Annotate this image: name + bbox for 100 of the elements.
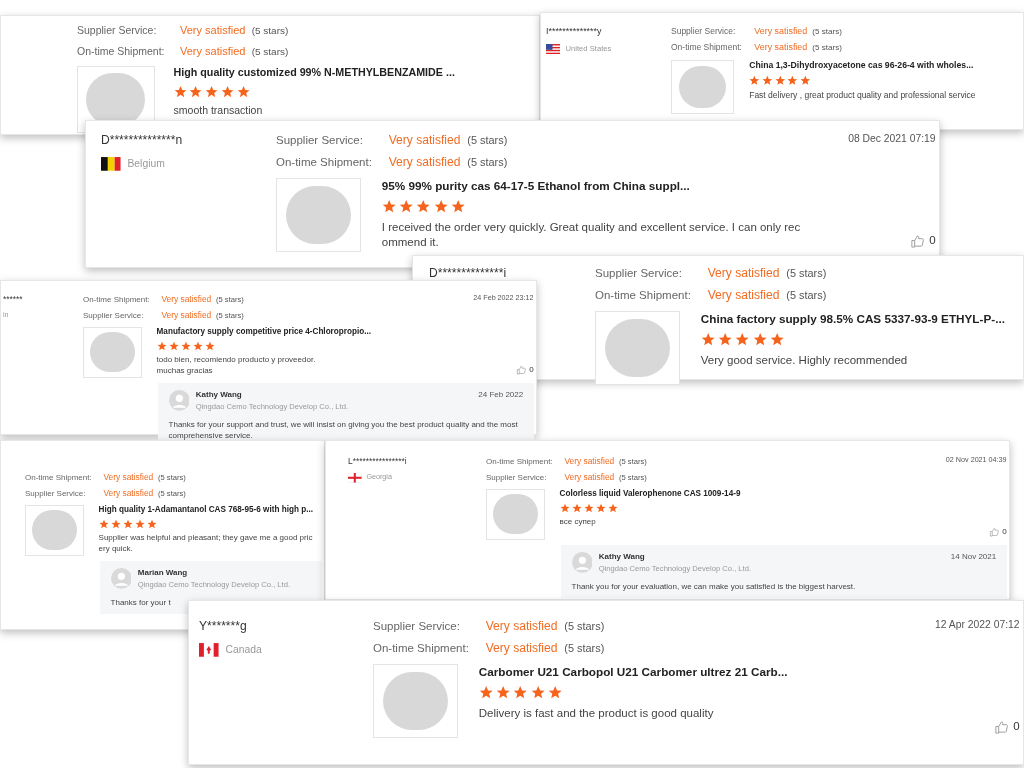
reviewer-name: ******	[3, 293, 24, 306]
review-text: todo bien, recomiendo producto y proveedor.	[156, 355, 317, 366]
review-date: 12 Apr 2022 07:12	[935, 618, 1020, 632]
star-icon	[571, 503, 582, 514]
star-icon	[450, 199, 466, 214]
star-icon	[530, 685, 545, 700]
like-count: 0	[529, 364, 534, 377]
review-text: все супер	[559, 517, 597, 528]
rating-note: (5 stars)	[467, 155, 508, 171]
rating-note: (5 stars)	[251, 24, 289, 38]
star-icon	[787, 75, 799, 86]
reviewer-name: Y*******g	[199, 618, 248, 635]
rating-value: Very satisfied	[388, 154, 461, 172]
rating-value: Very satisfied	[564, 470, 615, 484]
star-icon	[433, 199, 448, 214]
like-count: 0	[1002, 526, 1007, 539]
reviewer-name: I**************y	[546, 25, 603, 38]
rating-note: (5 stars)	[786, 288, 827, 304]
star-icon	[595, 503, 606, 514]
rating-value: Very satisfied	[485, 640, 558, 658]
star-icon	[749, 75, 760, 86]
product-title: 95% 99% purity cas 64-17-5 Ethanol from China suppl...	[381, 178, 691, 194]
reviewer-name: L****************i	[348, 455, 408, 468]
product-title: Manufactory supply competitive price 4-Chloropropio...	[156, 326, 371, 338]
reply-text: Thank you for your evaluation, we can make you satisfied is the biggest harvest.	[571, 580, 857, 592]
rating-note: (5 stars)	[786, 266, 827, 281]
rating-value: Very satisfied	[564, 455, 615, 468]
photo-placeholder	[83, 326, 143, 378]
rating-value: Very satisfied	[179, 23, 246, 38]
country-name: Belgium	[127, 157, 165, 171]
thumbs-up-icon	[909, 233, 925, 249]
star-icon	[110, 519, 121, 530]
star-icon	[607, 503, 618, 514]
star-icon	[478, 685, 494, 700]
star-icon	[134, 519, 145, 530]
country-name: Canada	[225, 643, 262, 657]
rating-value: Very satisfied	[161, 293, 212, 306]
rating-value: Very satisfied	[161, 308, 212, 322]
product-title: High quality customized 99% N-METHYLBENZAMIDE ...	[173, 65, 455, 80]
rating-label: On-time Shipment:	[486, 456, 554, 468]
star-icon	[399, 199, 414, 214]
rating-label: Supplier Service:	[276, 133, 364, 148]
rating-value: Very satisfied	[179, 43, 246, 59]
rating-label: Supplier Service:	[373, 619, 461, 634]
rating-label: On-time Shipment:	[373, 641, 470, 657]
rating-label: Supplier Service:	[77, 23, 158, 38]
avatar-icon	[168, 390, 190, 412]
review-text: Supplier was helpful and pleasant; they gave me a good pric	[98, 533, 313, 544]
rating-value: Very satisfied	[754, 41, 808, 55]
star-icon	[700, 332, 716, 347]
reply-text: Thanks for your t	[110, 596, 172, 608]
reviewer-name: D**************i	[429, 265, 508, 282]
star-icon	[98, 519, 109, 530]
reviewer-name: D**************n	[101, 132, 184, 149]
star-icon	[173, 85, 187, 99]
rating-label: On-time Shipment:	[595, 288, 692, 304]
review-text: I received the order very quickly. Great quality and excellent service. I can only rec	[381, 219, 801, 235]
thumbs-up-icon	[988, 527, 999, 538]
photo-placeholder	[25, 504, 85, 556]
rating-note: (5 stars)	[812, 42, 842, 55]
star-icon	[752, 332, 767, 347]
review-date: 08 Dec 2021 07:19	[848, 132, 936, 146]
rating-value: Very satisfied	[103, 486, 154, 500]
review-text: Delivery is fast and the product is good quality	[478, 705, 715, 721]
rating-note: (5 stars)	[251, 44, 289, 59]
star-icon	[800, 75, 811, 86]
star-icon	[416, 199, 431, 214]
product-title: Colorless liquid Valerophenone CAS 1009-14-9	[559, 488, 741, 500]
star-icon	[583, 503, 594, 514]
star-icon	[718, 332, 733, 347]
star-icon	[205, 85, 219, 99]
rating-label: On-time Shipment:	[671, 41, 743, 55]
star-icon	[496, 685, 511, 700]
star-icon	[122, 519, 133, 530]
photo-placeholder	[486, 488, 546, 540]
rating-value: Very satisfied	[754, 25, 808, 38]
rating-value: Very satisfied	[103, 471, 154, 484]
rating-value: Very satisfied	[485, 618, 558, 635]
replier-name: Kathy Wang	[195, 388, 243, 401]
rating-label: Supplier Service:	[671, 25, 737, 38]
star-icon	[168, 341, 179, 352]
product-title: China factory supply 98.5% CAS 5337-93-9 ETHYL-P-...	[700, 311, 1005, 327]
star-icon	[761, 75, 773, 86]
star-icon	[769, 332, 785, 347]
star-icon	[220, 85, 234, 99]
star-icon	[204, 341, 215, 352]
rating-label: On-time Shipment:	[25, 472, 93, 484]
star-icon	[547, 685, 563, 700]
star-icon	[774, 75, 786, 86]
like-count: 0	[1013, 719, 1020, 735]
rating-label: Supplier Service:	[595, 266, 683, 281]
review-text: ommend it.	[381, 235, 440, 251]
star-icon	[236, 85, 250, 99]
photo-placeholder	[671, 59, 734, 115]
star-icon	[735, 332, 750, 347]
avatar-icon	[110, 568, 132, 590]
reply-text: Thanks for your support and trust, we will insist on giving you the best product quality and the most comprehensive service.	[168, 418, 519, 442]
star-icon	[156, 341, 167, 352]
rating-note: (5 stars)	[564, 619, 605, 634]
product-title: High quality 1-Adamantanol CAS 768-95-6 with high p...	[98, 504, 313, 516]
